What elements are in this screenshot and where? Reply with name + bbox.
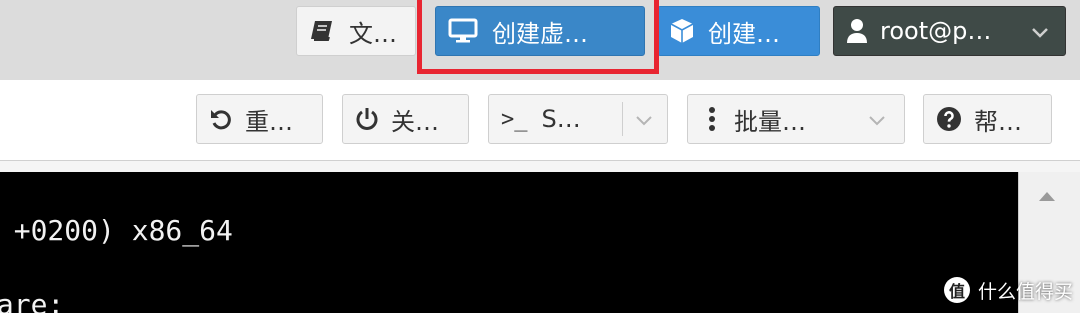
scroll-up-arrow-icon[interactable] [1037,188,1057,207]
chevron-down-icon[interactable] [635,105,653,133]
top-header: 文… 创建虚… 创建… root@p… [0,0,1080,80]
shutdown-label: 关… [391,107,439,136]
ellipsis-vertical-icon [708,106,716,132]
console-label: S… [541,105,581,133]
help-button[interactable]: 帮… [923,94,1052,144]
documentation-label: 文… [349,19,397,48]
power-icon [355,106,379,132]
documentation-button[interactable]: 文… [296,6,416,56]
terminal-line: 7 +0200) x86_64 [0,214,233,247]
book-icon [309,19,335,43]
reboot-label: 重… [245,107,293,136]
question-circle-icon [936,106,962,132]
watermark: 值 什么值得买 [944,274,1073,306]
highlight-box [417,0,659,74]
chevron-down-icon [868,105,886,133]
watermark-logo: 值 [944,277,970,303]
help-label: 帮… [974,107,1022,136]
terminal-icon: >_ [501,106,528,132]
bulk-actions-button[interactable]: 批量… [687,94,905,144]
terminal-line: ware: [0,288,65,313]
console-terminal[interactable]: 7 +0200) x86_64 ware: [0,172,1018,313]
chevron-down-icon [1031,17,1049,45]
vm-toolbar: 重… 关… >_ S… 批量… 帮… [0,80,1080,161]
split-divider [622,102,623,136]
bulk-actions-label: 批量… [734,107,806,136]
watermark-text: 什么值得买 [978,280,1074,303]
reboot-button[interactable]: 重… [196,94,323,144]
create-ct-button[interactable]: 创建… [657,6,820,56]
user-menu-button[interactable]: root@p… [833,6,1066,56]
undo-icon [209,107,233,131]
shutdown-button[interactable]: 关… [342,94,469,144]
console-button[interactable]: >_ S… [488,94,668,144]
user-icon [846,18,868,44]
cube-icon [668,17,696,45]
user-label: root@p… [880,17,992,45]
create-ct-label: 创建… [708,19,780,48]
